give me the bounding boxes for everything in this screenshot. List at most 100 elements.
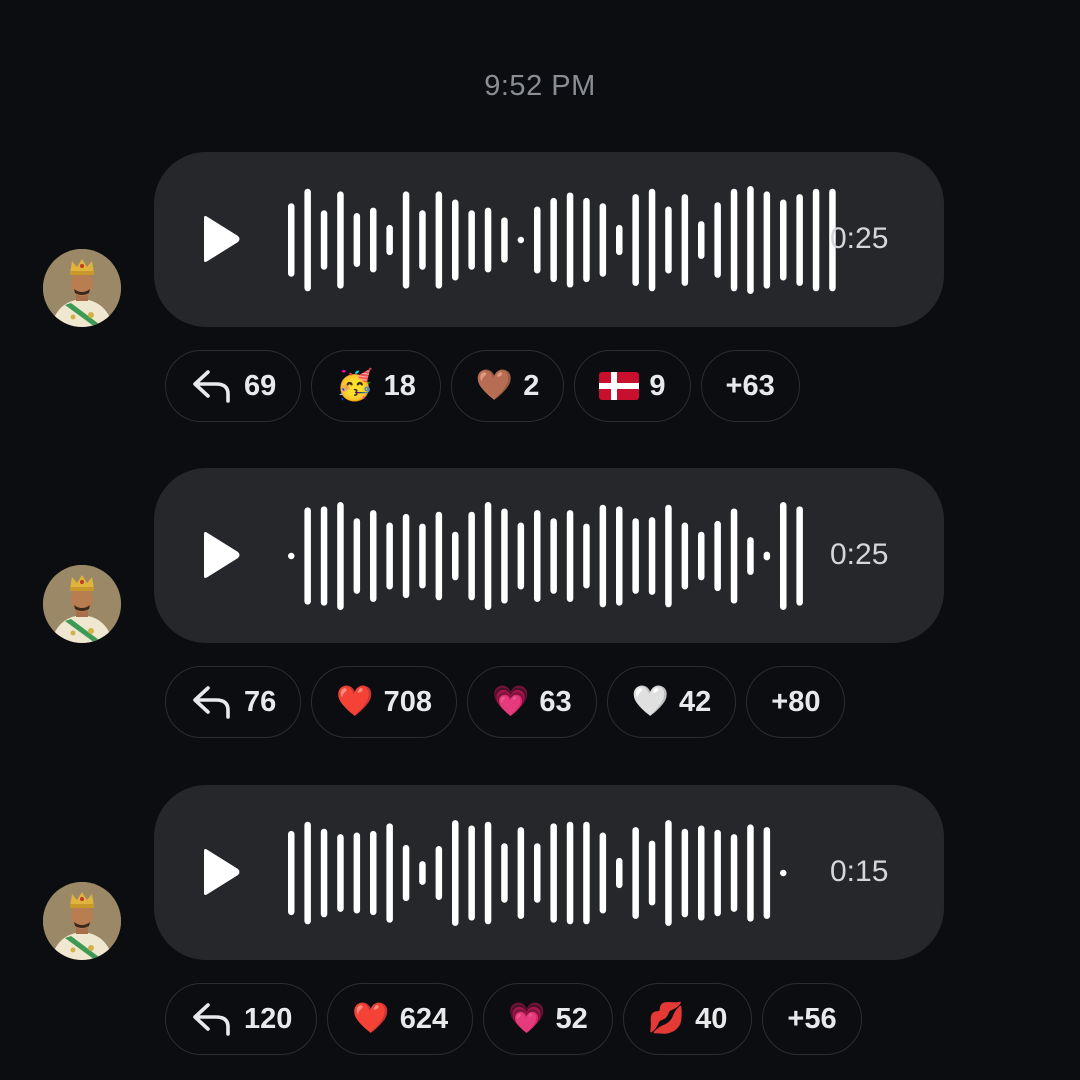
reaction-pill[interactable]: 🤎 2: [450, 350, 565, 422]
emoji-glyph: 💗: [492, 685, 530, 718]
emoji-glyph: 🥳: [336, 369, 374, 402]
waveform-bar: [665, 820, 672, 926]
waveform-bar: [419, 861, 426, 885]
waveform-bar: [714, 829, 721, 917]
play-icon: [200, 849, 242, 900]
reaction-count: +56: [787, 1002, 837, 1035]
waveform-bar: [402, 513, 410, 599]
waveform-bar: [468, 210, 475, 270]
more-reactions-button[interactable]: +56: [762, 983, 862, 1055]
waveform-bar: [370, 830, 377, 916]
waveform-bar: [370, 207, 377, 273]
waveform-bar: [632, 518, 639, 594]
waveform-bar: [796, 194, 803, 286]
reaction-bar: 76 ❤️ 708 💗 63 🤍 42 +80: [165, 666, 846, 740]
waveform-bar: [616, 506, 623, 606]
more-reactions-button[interactable]: +80: [746, 666, 846, 738]
reaction-count: 69: [244, 369, 277, 402]
reply-icon: [190, 684, 234, 720]
reply-count-button[interactable]: 120: [165, 983, 318, 1055]
waveform-bar: [435, 511, 443, 601]
sender-avatar[interactable]: [43, 882, 121, 960]
waveform-bar: [320, 828, 328, 918]
reaction-pill[interactable]: 9: [574, 350, 691, 422]
reaction-count: 63: [539, 685, 572, 718]
audio-waveform[interactable]: [285, 170, 836, 310]
waveform-bar: [288, 552, 295, 560]
waveform-bar: [698, 221, 705, 259]
reaction-pill[interactable]: 💗 52: [483, 983, 613, 1055]
voice-duration: 0:15: [830, 855, 889, 888]
waveform-bar: [763, 551, 771, 561]
waveform-bar: [386, 823, 393, 923]
waveform-svg: [288, 820, 787, 926]
play-button[interactable]: [200, 215, 242, 263]
reaction-count: 2: [523, 369, 540, 402]
waveform-bar: [632, 827, 639, 919]
reply-count-button[interactable]: 69: [165, 350, 302, 422]
more-reactions-button[interactable]: +63: [700, 350, 800, 422]
partying-face-emoji: 🥳: [336, 371, 373, 401]
red-heart-emoji: ❤️: [336, 687, 373, 717]
audio-waveform[interactable]: [285, 803, 795, 943]
waveform-bar: [583, 197, 590, 283]
waveform-bar: [681, 522, 689, 590]
reaction-pill[interactable]: 💋 40: [622, 983, 753, 1055]
waveform-bar: [550, 823, 557, 923]
play-icon: [200, 532, 242, 583]
reaction-pill[interactable]: ❤️ 708: [311, 666, 458, 738]
waveform-bar: [452, 531, 459, 581]
waveform-bar: [534, 206, 541, 274]
waveform-bar: [780, 502, 787, 610]
reaction-count: 9: [649, 369, 666, 402]
reaction-count: 624: [399, 1002, 449, 1035]
waveform-bar: [484, 821, 492, 925]
reply-icon: [190, 1001, 234, 1037]
waveform-bar: [730, 834, 738, 912]
audio-waveform[interactable]: [285, 486, 803, 626]
sender-avatar[interactable]: [43, 565, 121, 643]
denmark-flag-emoji: [599, 372, 640, 400]
waveform-bar: [599, 504, 607, 608]
play-button[interactable]: [200, 848, 242, 896]
waveform-bar: [681, 194, 689, 286]
reply-icon: [190, 368, 234, 404]
waveform-svg: [288, 502, 803, 610]
waveform-bar: [730, 508, 738, 604]
reaction-bar: 69 🥳 18 🤎 2 9 +63: [165, 350, 800, 424]
waveform-bar: [386, 224, 393, 256]
waveform-bar: [304, 821, 311, 925]
waveform-bar: [370, 510, 377, 602]
waveform-bar: [616, 857, 623, 889]
waveform-bar: [337, 834, 344, 912]
waveform-bar: [337, 502, 344, 610]
reaction-pill[interactable]: 🤍 42: [606, 666, 737, 738]
waveform-bar: [747, 537, 754, 575]
waveform-svg: [288, 186, 836, 294]
waveform-bar: [304, 188, 311, 292]
waveform-bar: [452, 820, 459, 926]
waveform-bar: [616, 224, 623, 256]
reaction-pill[interactable]: 💗 63: [467, 666, 597, 738]
waveform-bar: [566, 510, 574, 602]
reply-count-button[interactable]: 76: [165, 666, 302, 738]
sender-avatar[interactable]: [43, 249, 121, 327]
reaction-bar: 120 ❤️ 624 💗 52 💋 40 +56: [165, 983, 862, 1057]
waveform-bar: [484, 207, 492, 273]
waveform-bar: [714, 202, 721, 278]
waveform-bar: [665, 504, 672, 608]
chat-thread: 9:52 PM 0:25 69 🥳 18 🤎 2 9 +63 0:25 76 ❤️ 708 💗 63 🤍 42…: [0, 0, 1080, 1080]
white-heart-emoji: 🤍: [632, 687, 669, 717]
play-button[interactable]: [200, 531, 242, 579]
waveform-bar: [435, 846, 443, 900]
waveform-bar: [320, 210, 328, 270]
reaction-pill[interactable]: ❤️ 624: [327, 983, 474, 1055]
waveform-bar: [747, 186, 754, 294]
reaction-count: 18: [383, 369, 416, 402]
waveform-bar: [681, 828, 689, 918]
waveform-bar: [484, 502, 492, 610]
reaction-pill[interactable]: 🥳 18: [311, 350, 441, 422]
brown-heart-emoji: 🤎: [476, 371, 513, 401]
emoji-glyph: ❤️: [336, 685, 374, 718]
waveform-bar: [534, 843, 541, 903]
